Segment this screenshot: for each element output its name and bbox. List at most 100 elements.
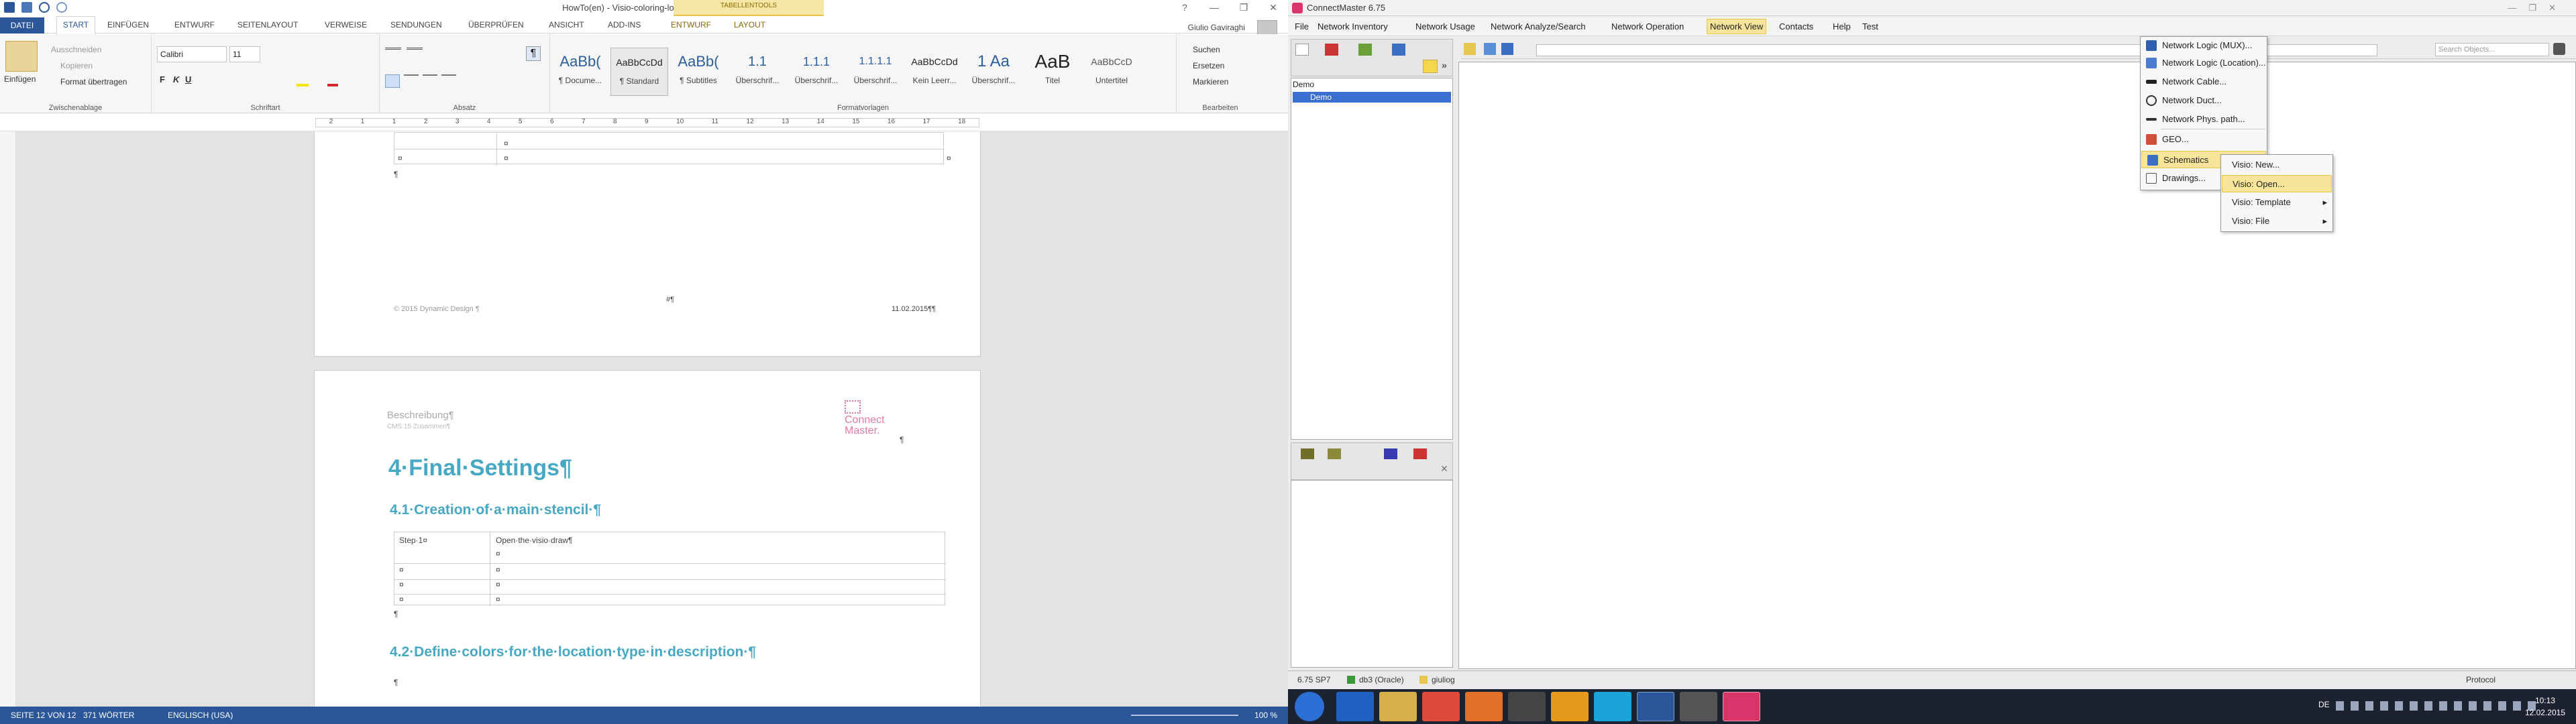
italic-button[interactable]: K <box>173 74 179 84</box>
style-no-spacing[interactable]: AaBbCcDd Kein Leerr... <box>906 48 963 96</box>
underline-button[interactable]: U <box>185 74 191 84</box>
clock[interactable]: 10:13 12.02.2015 <box>2525 695 2565 719</box>
cm-detail-panel[interactable] <box>1291 480 1453 668</box>
horizontal-ruler[interactable]: 2 1 1 2 3 4 5 6 7 8 9 10 11 12 13 14 15 16 17 18 <box>0 114 1288 131</box>
ie-icon[interactable] <box>1336 692 1374 721</box>
menu-network-view[interactable]: Network View <box>1707 19 1767 34</box>
tab-verweise[interactable]: VERWEISE <box>325 20 367 29</box>
find-button[interactable]: Suchen <box>1193 45 1220 54</box>
word-taskbar-icon[interactable] <box>1637 692 1674 721</box>
explorer-icon[interactable] <box>1379 692 1417 721</box>
replace-button[interactable]: Ersetzen <box>1193 61 1224 70</box>
style-heading3[interactable]: 1.1.1.1 Überschrif... <box>847 48 904 96</box>
language-indicator[interactable]: ENGLISCH (USA) <box>168 707 233 724</box>
style-subtitle[interactable]: AaBbCcD Untertitel <box>1083 48 1140 96</box>
tab-table-entwurf[interactable]: ENTWURF <box>671 20 711 29</box>
page-indicator[interactable]: SEITE 12 VON 12 <box>11 707 76 724</box>
connectmaster-taskbar-icon[interactable] <box>1723 692 1760 721</box>
more-icon[interactable]: » <box>1442 60 1447 70</box>
menu-item-duct[interactable]: Network Duct... <box>2141 92 2267 109</box>
word-count[interactable]: 371 WÖRTER <box>83 707 134 724</box>
font-color-icon[interactable] <box>327 76 338 86</box>
menu-item-visio-new[interactable]: Visio: New... <box>2221 156 2332 174</box>
table-previous[interactable] <box>394 132 945 165</box>
menu-item-cable[interactable]: Network Cable... <box>2141 73 2267 90</box>
menu-item-visio-file[interactable]: Visio: File ▸ <box>2221 213 2332 230</box>
cut-button[interactable]: Ausschneiden <box>51 45 101 54</box>
align-center-icon[interactable] <box>404 74 419 88</box>
menu-test[interactable]: Test <box>1862 21 1878 32</box>
menu-network-inventory[interactable]: Network Inventory <box>1318 21 1388 32</box>
app-icon[interactable] <box>1551 692 1589 721</box>
highlight-tool-icon[interactable] <box>1423 60 1438 73</box>
minimize-button[interactable]: — <box>1199 0 1229 16</box>
close-icon[interactable]: ✕ <box>1440 463 1448 475</box>
edit-icon[interactable] <box>1392 44 1405 56</box>
firefox-icon[interactable] <box>1465 692 1503 721</box>
steps-table[interactable] <box>394 532 946 606</box>
skype-icon[interactable] <box>1594 692 1631 721</box>
menu-item-geo[interactable]: GEO... <box>2141 131 2267 148</box>
style-standard[interactable]: AaBbCcDd ¶ Standard <box>610 48 668 96</box>
zoom-level[interactable]: 100 % <box>1254 707 1277 724</box>
toolbar-icon-1[interactable] <box>1301 448 1314 459</box>
bullets-icon[interactable] <box>385 48 401 60</box>
cm-window-buttons[interactable]: —❐✕ <box>2508 0 2568 16</box>
terminal-icon[interactable] <box>1508 692 1546 721</box>
justify-icon[interactable] <box>441 74 456 88</box>
menu-file[interactable]: File <box>1295 21 1309 32</box>
menu-network-usage[interactable]: Network Usage <box>1415 21 1475 32</box>
document-canvas[interactable]: ¤ ¤ ¤ ¤ ¶ © 2015 Dynamic Design ¶ #¶ 11.… <box>16 131 1288 707</box>
start-button[interactable] <box>1295 692 1324 721</box>
tab-sendungen[interactable]: SENDUNGEN <box>390 20 442 29</box>
tool-icon-3[interactable] <box>1501 43 1513 55</box>
page-current[interactable]: Beschreibung¶ CMS 15 Zusammen¶ Connect M… <box>314 370 981 707</box>
font-size-select[interactable]: 11 <box>229 46 260 62</box>
help-button[interactable]: ? <box>1170 0 1199 16</box>
menu-item-logic-location[interactable]: Network Logic (Location)... <box>2141 54 2267 72</box>
settings-icon[interactable] <box>1680 692 1717 721</box>
select-button[interactable]: Markieren <box>1193 77 1228 86</box>
format-painter-button[interactable]: Format übertragen <box>60 77 127 86</box>
menu-item-logic-mux[interactable]: Network Logic (MUX)... <box>2141 37 2267 54</box>
toolbar-icon-4[interactable] <box>1413 448 1427 459</box>
tree-root[interactable]: Demo <box>1293 80 1314 89</box>
style-document[interactable]: AaBb(¶ Docume... <box>551 48 609 96</box>
show-marks-icon[interactable]: ¶ <box>526 46 541 61</box>
paste-button[interactable]: Einfügen <box>4 74 36 84</box>
search-input[interactable]: Search Objects... <box>2435 43 2549 56</box>
menu-network-operation[interactable]: Network Operation <box>1611 21 1684 32</box>
protocol-label[interactable]: Protocol <box>2466 671 2496 688</box>
language-indicator[interactable]: DE <box>2318 700 2330 709</box>
align-left-icon[interactable] <box>385 74 400 88</box>
cm-app-icon[interactable] <box>1292 3 1303 13</box>
menu-network-analyze[interactable]: Network Analyze/Search <box>1491 21 1586 32</box>
vertical-ruler[interactable] <box>0 131 16 707</box>
tab-entwurf[interactable]: ENTWURF <box>174 20 215 29</box>
align-right-icon[interactable] <box>423 74 437 88</box>
style-heading4[interactable]: 1 Aa Überschrif... <box>965 48 1022 96</box>
style-subtitles[interactable]: AaBb(¶ Subtitles <box>669 48 727 96</box>
add-icon[interactable] <box>1358 44 1372 56</box>
menu-item-visio-template[interactable]: Visio: Template ▸ <box>2221 194 2332 211</box>
tab-ueberpruefen[interactable]: ÜBERPRÜFEN <box>468 20 524 29</box>
close-button[interactable]: ✕ <box>1258 0 1288 16</box>
tree-view-icon[interactable] <box>1295 44 1309 56</box>
tree-item[interactable]: Demo <box>1310 92 1332 103</box>
style-heading1[interactable]: 1.1 Überschrif... <box>729 48 786 96</box>
menu-item-phys-path[interactable]: Network Phys. path... <box>2141 111 2267 128</box>
highlight-icon[interactable] <box>297 76 309 86</box>
copy-button[interactable]: Kopieren <box>60 61 93 70</box>
toolbar-icon-2[interactable] <box>1328 448 1341 459</box>
binoculars-icon[interactable] <box>2553 43 2565 55</box>
tab-table-layout[interactable]: LAYOUT <box>734 20 765 29</box>
tab-ansicht[interactable]: ANSICHT <box>549 20 584 29</box>
chrome-icon[interactable] <box>1422 692 1460 721</box>
style-heading2[interactable]: 1.1.1 Überschrif... <box>788 48 845 96</box>
menu-help[interactable]: Help <box>1833 21 1851 32</box>
tab-start[interactable]: START <box>56 16 95 34</box>
tab-einfuegen[interactable]: EINFÜGEN <box>107 20 149 29</box>
tab-datei[interactable]: DATEI <box>0 17 44 34</box>
font-name-select[interactable]: Calibri <box>157 46 227 62</box>
user-name[interactable]: Giulio Gaviraghi <box>1188 23 1245 32</box>
